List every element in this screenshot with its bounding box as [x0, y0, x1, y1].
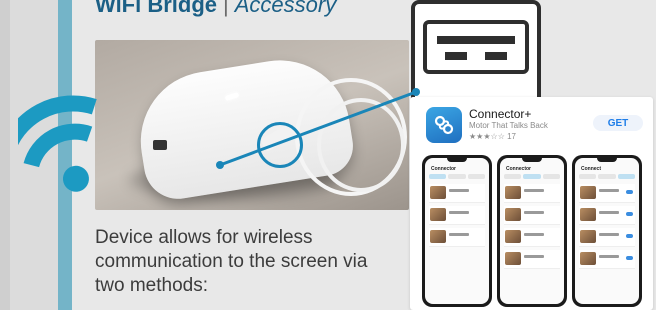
- get-button[interactable]: GET: [593, 115, 643, 131]
- phone-screenshot-1: Connector: [422, 155, 492, 307]
- phone-header: Connect: [581, 166, 601, 172]
- app-rating: ★★★☆☆ 17: [469, 132, 516, 141]
- rating-count: 17: [507, 132, 516, 141]
- slide: WiFi Bridge | Accessory Device allows fo…: [0, 0, 656, 310]
- wifi-icon: [18, 82, 148, 202]
- app-subtitle: Motor That Talks Back: [469, 121, 548, 130]
- app-name: Connector+: [469, 107, 532, 121]
- phone-header: Connector: [506, 166, 531, 172]
- description-text: Device allows for wireless communication…: [95, 227, 368, 296]
- connector-app-icon: [426, 107, 462, 143]
- phone-screenshot-3: Connect: [572, 155, 642, 307]
- app-store-listing: Connector+ Motor That Talks Back ★★★☆☆ 1…: [410, 97, 653, 310]
- star-rating-icon: ★★★☆☆: [469, 132, 505, 141]
- phone-header: Connector: [431, 166, 456, 172]
- phone-screenshot-2: Connector: [497, 155, 567, 307]
